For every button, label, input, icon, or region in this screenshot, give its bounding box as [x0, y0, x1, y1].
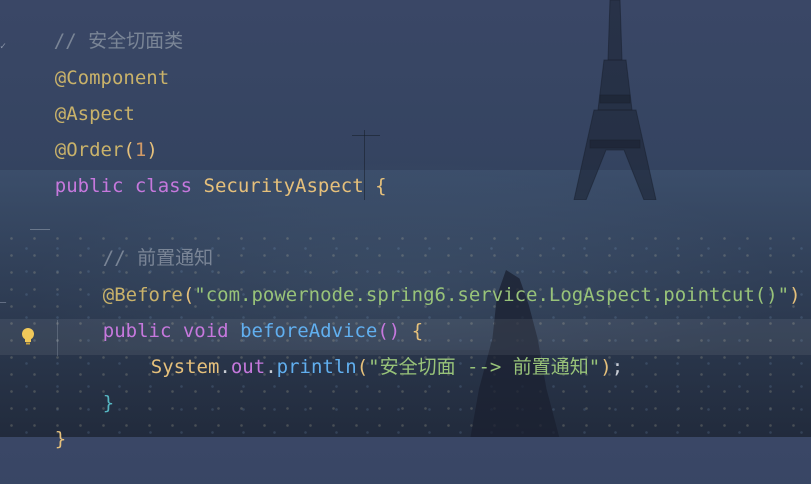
code-line-2[interactable]: @Component — [9, 33, 169, 89]
brace: } — [54, 428, 67, 450]
brace: } — [102, 392, 115, 414]
semicolon: ; — [611, 356, 624, 378]
code-line-11[interactable]: } — [57, 358, 114, 414]
keyword: class — [134, 175, 193, 197]
dot: . — [219, 356, 231, 378]
class-name: System — [150, 356, 220, 378]
code-line-7[interactable]: // 前置通知 — [57, 213, 213, 269]
keyword: public — [54, 175, 124, 197]
code-line-4[interactable]: @Order(1) — [9, 105, 158, 161]
paren: ) — [600, 356, 612, 378]
code-line-8[interactable]: @Before("com.powernode.spring6.service.L… — [57, 250, 801, 306]
paren: ( — [356, 356, 369, 378]
code-editor[interactable]: // 安全切面类 @Component @Aspect @Order(1) pu… — [0, 0, 811, 450]
dot: . — [265, 356, 277, 378]
class-name: SecurityAspect — [203, 175, 364, 197]
string-literal: "安全切面 --> 前置通知" — [368, 356, 601, 378]
field-name: out — [230, 356, 266, 378]
code-line-5[interactable]: public class SecurityAspect { — [9, 141, 387, 197]
code-line-12[interactable]: } — [9, 394, 66, 450]
paren: ) — [789, 284, 801, 306]
method-name: println — [276, 356, 357, 378]
code-line-10[interactable]: System.out.println("安全切面 --> 前置通知"); — [105, 322, 623, 378]
brace: { — [375, 175, 387, 197]
code-line-1[interactable]: // 安全切面类 — [8, 0, 183, 52]
code-line-9[interactable]: public void beforeAdvice() { — [57, 286, 423, 342]
code-line-3[interactable]: @Aspect — [9, 69, 135, 125]
